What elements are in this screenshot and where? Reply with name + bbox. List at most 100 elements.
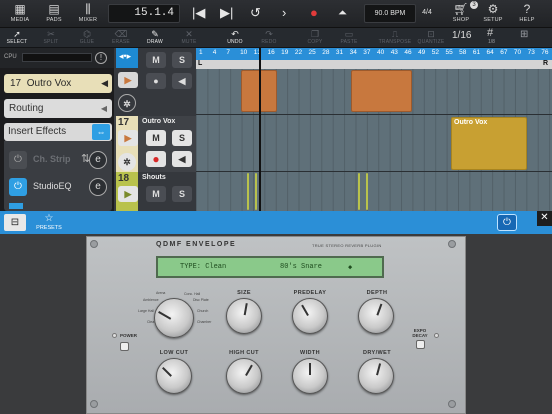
help-icon: ? xyxy=(523,2,531,16)
audio-clip[interactable] xyxy=(358,173,360,210)
gear-icon[interactable]: ✲ xyxy=(118,94,136,112)
plugin-power-button[interactable]: ⏻ xyxy=(497,214,517,231)
undo-button[interactable]: ↶ UNDO xyxy=(218,29,252,47)
preset-display[interactable]: TYPE: Clean 80's Snare ◆ xyxy=(156,256,384,278)
time-signature[interactable]: 4/4 xyxy=(418,4,436,23)
pads-button[interactable]: ▤ PADS xyxy=(39,2,69,26)
audio-clip[interactable] xyxy=(255,173,257,210)
monitor-button[interactable]: ◀ xyxy=(172,73,192,89)
play-track-icon[interactable]: ▶ xyxy=(118,72,138,88)
audio-clip[interactable]: Outro Vox xyxy=(451,117,527,170)
insert-slot[interactable]: ⏻ Ch. Strip ⇅ e xyxy=(7,149,109,171)
select-tool[interactable]: ➚ SELECT xyxy=(0,29,34,47)
predelay-label: PREDELAY xyxy=(293,290,327,296)
predelay-knob[interactable] xyxy=(292,298,328,334)
gear-icon[interactable]: ✲ xyxy=(118,153,136,171)
setup-button[interactable]: ⚙ SETUP xyxy=(478,2,508,26)
audio-clip[interactable] xyxy=(351,70,412,112)
edit-icon[interactable]: e xyxy=(89,151,107,169)
loop-range-bar[interactable] xyxy=(196,60,552,69)
solo-button[interactable]: S xyxy=(172,130,192,146)
insert-slot[interactable]: ⏻ StudioEQ e xyxy=(7,176,109,198)
record-arm-button[interactable]: ● xyxy=(146,151,166,167)
quantize-button[interactable]: ⊡ QUANTIZE xyxy=(414,29,448,47)
audio-clip[interactable] xyxy=(247,173,249,210)
power-icon[interactable]: ⏻ xyxy=(9,151,27,169)
width-label: WIDTH xyxy=(299,350,321,356)
help-button[interactable]: ? HELP xyxy=(512,2,542,26)
low-cut-knob[interactable] xyxy=(156,358,192,394)
cpu-meter-row: CPU ! xyxy=(0,48,114,68)
tool-bar: ➚ SELECT ✂ SPLIT ⌬ GLUE ⌫ ERASE ✎ DRAW ✕ MUTE … xyxy=(0,27,552,48)
cpu-label: CPU xyxy=(4,54,17,60)
loop-icon[interactable]: ↺ xyxy=(250,5,261,21)
track-header[interactable]: 18 Shouts ▶ M S xyxy=(114,172,196,211)
power-icon[interactable]: ⏻ xyxy=(9,178,27,196)
track-header[interactable]: ◂•▸ ▶ ✲ M S ● ◀ xyxy=(114,48,196,114)
depth-knob[interactable] xyxy=(358,298,394,334)
track-header[interactable]: 17 Outro Vox ▶ ✲ M S ● ◀ xyxy=(114,116,196,172)
timeline-ruler[interactable]: 1 4 7 10 13 16 19 22 25 28 31 34 37 40 43 46 49 52 55 58 61 6… xyxy=(196,48,552,60)
pointer-icon: ➚ xyxy=(13,29,21,39)
record-icon[interactable]: ● xyxy=(310,5,318,21)
close-icon[interactable]: ✕ xyxy=(537,211,552,226)
plugin-subtitle: TRUE STEREO REVERB PLUGIN xyxy=(312,243,382,248)
mixer-button[interactable]: ⫼ MIXER xyxy=(73,2,103,26)
inspector-track-name[interactable]: 17 Outro Vox ◀ xyxy=(4,74,112,93)
size-knob[interactable] xyxy=(226,298,262,334)
edit-icon[interactable]: e xyxy=(89,178,107,196)
plugin-view-icon[interactable]: ⊟ xyxy=(4,214,26,231)
record-arm-button[interactable]: ● xyxy=(146,73,166,89)
mute-tool[interactable]: ✕ MUTE xyxy=(172,29,206,47)
grid-icon[interactable]: # xyxy=(487,27,493,39)
mode-label: Disc Plate xyxy=(193,298,209,302)
audio-clip[interactable] xyxy=(366,173,368,210)
position-display[interactable]: 15.1.4 xyxy=(108,4,180,23)
mute-button[interactable]: M xyxy=(146,130,166,146)
play-track-icon[interactable]: ▶ xyxy=(118,130,138,146)
quantize-value[interactable]: 1/16 xyxy=(452,30,471,41)
power-button[interactable] xyxy=(120,342,129,351)
link-icon[interactable]: ⇔ xyxy=(92,124,110,140)
solo-button[interactable]: S xyxy=(172,52,192,68)
info-icon[interactable]: ! xyxy=(95,52,107,64)
redo-button[interactable]: ↷ REDO xyxy=(252,29,286,47)
erase-tool[interactable]: ⌫ ERASE xyxy=(104,29,138,47)
mute-button[interactable]: M xyxy=(146,186,166,202)
loop-left-marker[interactable]: L xyxy=(198,60,202,67)
snap-icon[interactable]: ⊞ xyxy=(520,29,528,40)
routing-section[interactable]: Routing ◀ xyxy=(4,99,112,118)
go-to-start-icon[interactable]: |◀ xyxy=(192,5,205,21)
media-button[interactable]: ▦ MEDIA xyxy=(5,2,35,26)
go-to-end-icon[interactable]: ▶| xyxy=(220,5,233,21)
width-knob[interactable] xyxy=(292,358,328,394)
undo-icon: ↶ xyxy=(231,29,239,39)
copy-button[interactable]: ❐ COPY xyxy=(298,29,332,47)
paste-button[interactable]: ▭ PASTE xyxy=(332,29,366,47)
solo-button[interactable]: S xyxy=(172,186,192,202)
presets-button[interactable]: ☆ PRESETS xyxy=(34,213,64,232)
play-icon[interactable]: › xyxy=(282,5,286,21)
ruler-bar-number: 67 xyxy=(500,49,508,56)
monitor-button[interactable]: ◀ xyxy=(172,151,192,167)
split-tool[interactable]: ✂ SPLIT xyxy=(34,29,68,47)
screw-icon xyxy=(448,240,456,248)
tempo-display[interactable]: 90.0 BPM xyxy=(364,4,416,23)
playhead[interactable] xyxy=(259,48,261,211)
metronome-icon[interactable]: ⏶ xyxy=(338,5,347,21)
expo-decay-button[interactable] xyxy=(416,340,425,349)
glue-tool[interactable]: ⌬ GLUE xyxy=(70,29,104,47)
edit-mode-icon[interactable]: ◂•▸ xyxy=(119,51,131,62)
insert-effects-header[interactable]: Insert Effects ⇔ xyxy=(4,123,112,141)
reverb-type-knob[interactable] xyxy=(154,298,194,338)
draw-tool[interactable]: ✎ DRAW xyxy=(138,29,172,47)
ruler-bar-number: 40 xyxy=(377,49,385,56)
loop-right-marker[interactable]: R xyxy=(543,60,548,67)
transpose-button[interactable]: ⎍ TRANSPOSE xyxy=(378,29,412,47)
high-cut-knob[interactable] xyxy=(226,358,262,394)
dry-wet-knob[interactable] xyxy=(358,358,394,394)
mute-button[interactable]: M xyxy=(146,52,166,68)
gear-icon: ⚙ xyxy=(487,2,499,16)
play-track-icon[interactable]: ▶ xyxy=(118,186,138,202)
ruler-bar-number: 19 xyxy=(281,49,289,56)
